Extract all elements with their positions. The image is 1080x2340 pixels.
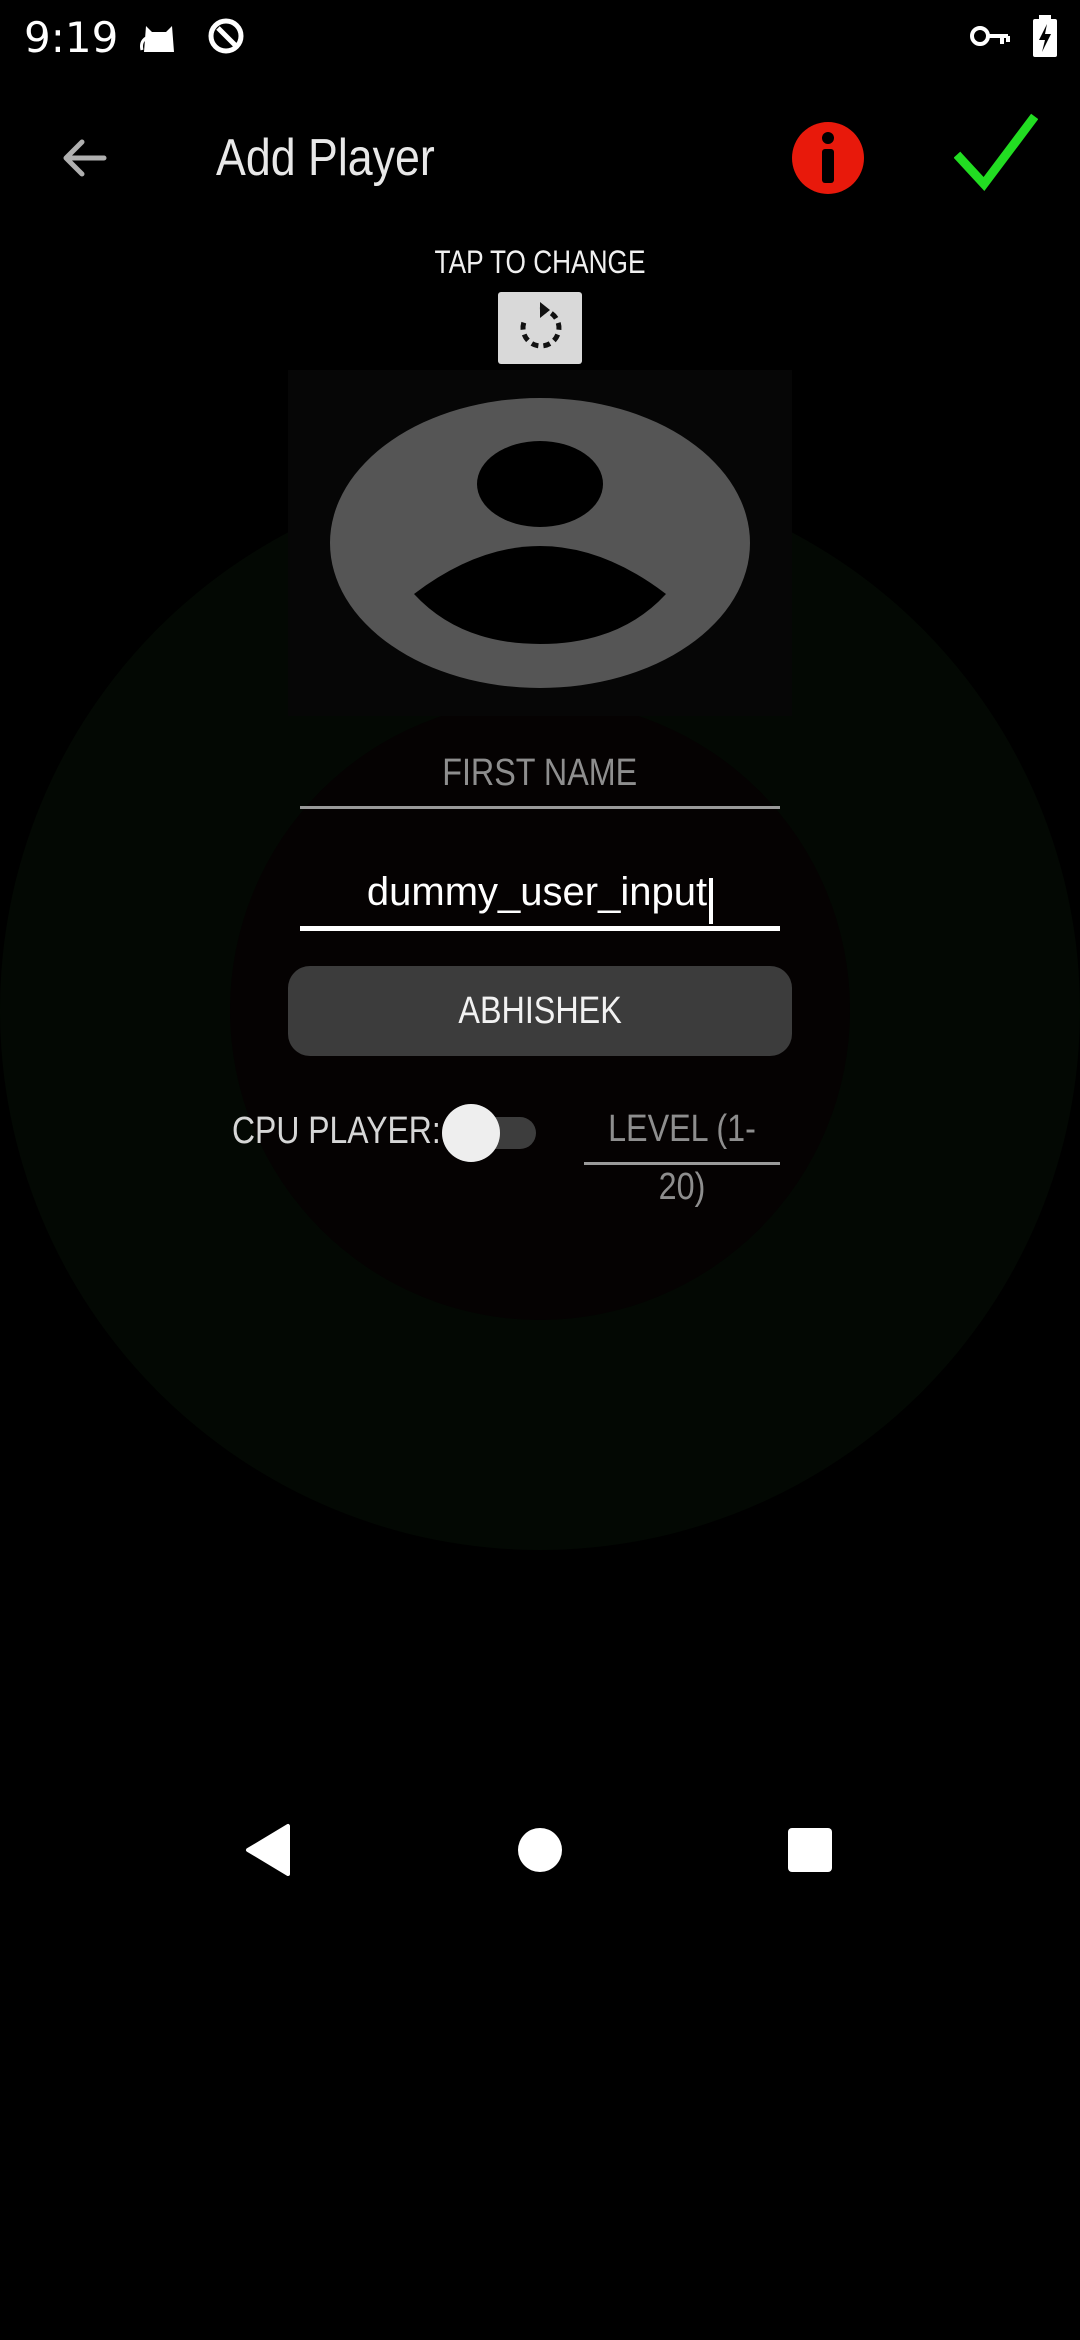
name-button-label: ABHISHEK [458,989,622,1032]
toggle-thumb [442,1104,500,1162]
rotate-avatar-button[interactable] [498,292,582,364]
arrow-left-icon [63,139,107,177]
nav-recents-button[interactable] [770,1810,850,1890]
info-icon [792,122,864,194]
level-field[interactable]: LEVEL (1-20) [584,1100,780,1208]
cpu-player-label: CPU PLAYER: [232,1110,441,1152]
home-circle-icon [518,1828,562,1872]
text-caret [709,877,714,924]
person-icon [330,398,750,688]
level-placeholder: LEVEL (1-20) [608,1108,756,1208]
first-name-placeholder: FIRST NAME [442,752,638,794]
page-title: Add Player [216,129,435,187]
battery-icon [1030,14,1060,62]
back-button[interactable] [44,118,124,198]
sync-icon [204,14,248,62]
rotate-icon [520,302,562,349]
cpu-player-toggle[interactable] [442,1104,542,1162]
confirm-button[interactable] [953,112,1039,196]
recents-square-icon [788,1828,832,1872]
key-icon [968,14,1012,62]
cat-icon [138,14,182,62]
user-input-field[interactable]: dummy_user_input [300,862,780,931]
avatar[interactable] [330,398,750,688]
first-name-field[interactable]: FIRST NAME [300,744,780,809]
back-triangle-icon [246,1824,290,1876]
status-time: 9:19 [24,13,119,62]
nav-home-button[interactable] [500,1810,580,1890]
tap-to-change-hint: TAP TO CHANGE [434,244,646,280]
checkmark-icon [953,113,1039,192]
user-input-value: dummy_user_input [366,870,708,914]
info-button[interactable] [790,120,866,196]
name-button[interactable]: ABHISHEK [288,966,792,1056]
nav-back-button[interactable] [228,1810,308,1890]
